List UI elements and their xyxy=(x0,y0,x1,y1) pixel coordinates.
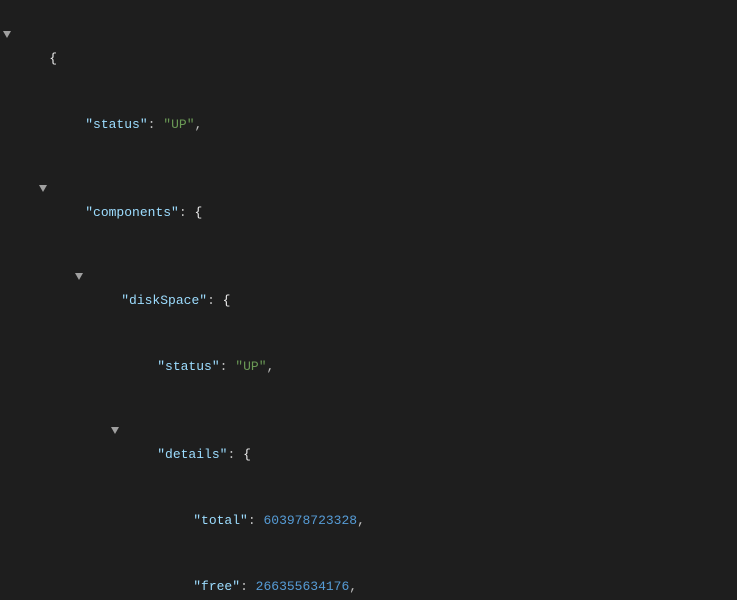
json-line: "free": 266355634176, xyxy=(144,554,737,600)
json-line: "details": { xyxy=(108,400,737,488)
json-key: "details" xyxy=(157,447,227,462)
json-viewer: { "status": "UP", "components": { "diskS… xyxy=(0,0,737,600)
json-line: "diskSpace": { xyxy=(72,246,737,334)
json-line: "components": { xyxy=(36,158,737,246)
toggle-icon[interactable] xyxy=(72,268,86,290)
json-key: "components" xyxy=(85,205,179,220)
json-key: "diskSpace" xyxy=(121,293,207,308)
json-key: "status" xyxy=(85,117,147,132)
toggle-icon[interactable] xyxy=(0,26,14,48)
json-key: "status" xyxy=(157,359,219,374)
json-string: "UP" xyxy=(163,117,194,132)
json-number: 266355634176 xyxy=(256,579,350,594)
json-string: "UP" xyxy=(235,359,266,374)
json-number: 603978723328 xyxy=(263,513,357,528)
json-line: { xyxy=(0,4,737,92)
toggle-icon[interactable] xyxy=(108,422,122,444)
json-line: "status": "UP", xyxy=(108,334,737,400)
toggle-icon[interactable] xyxy=(36,180,50,202)
brace-open: { xyxy=(49,51,57,66)
json-key: "total" xyxy=(193,513,248,528)
json-line: "status": "UP", xyxy=(36,92,737,158)
json-line: "total": 603978723328, xyxy=(144,488,737,554)
json-key: "free" xyxy=(193,579,240,594)
